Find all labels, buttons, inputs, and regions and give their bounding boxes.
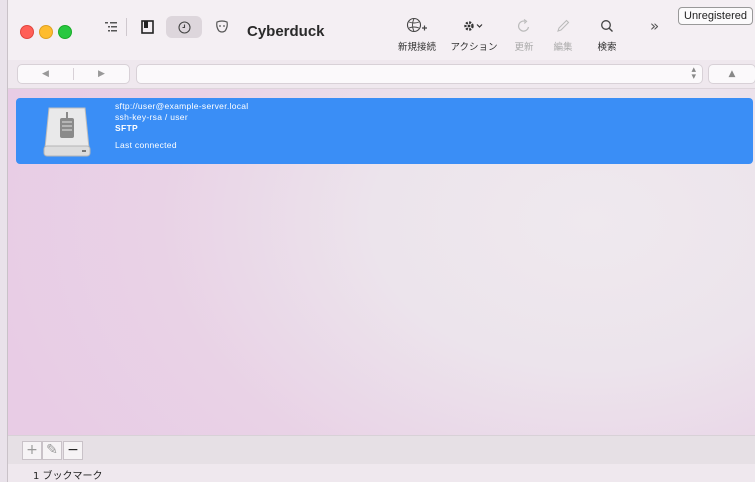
parent-directory-button[interactable]: ▲ xyxy=(708,64,755,84)
add-bookmark-button[interactable]: + xyxy=(22,441,42,460)
bookmark-list: sftp://user@example-server.local ssh-key… xyxy=(8,89,755,435)
bookmark-count: 1 ブックマーク xyxy=(33,471,103,482)
delete-bookmark-button[interactable]: − xyxy=(63,441,83,460)
toolbar-separator xyxy=(126,18,127,36)
minimize-window-button[interactable] xyxy=(39,25,53,39)
bookmark-book-icon xyxy=(140,20,154,34)
pencil-icon xyxy=(557,19,570,32)
globe-plus-icon xyxy=(406,17,427,33)
hard-disk-icon xyxy=(43,107,91,157)
main-window: Cyberduck 新規接続 アクション 更新 編集 検索 » Unregist… xyxy=(7,0,755,482)
toolbar: Cyberduck 新規接続 アクション 更新 編集 検索 » Unregist… xyxy=(8,0,755,60)
bookmark-nickname: sftp://user@example-server.local xyxy=(115,101,249,111)
bonjour-view-button[interactable] xyxy=(211,16,233,38)
bookmark-action-bar: + ✎ − xyxy=(8,435,755,464)
history-view-button[interactable] xyxy=(166,16,202,38)
bonjour-icon xyxy=(216,20,228,33)
status-bar: 1 ブックマーク xyxy=(8,464,755,482)
bookmark-details: sftp://user@example-server.local ssh-key… xyxy=(115,101,249,151)
bookmark-protocol: SFTP xyxy=(115,123,138,133)
close-window-button[interactable] xyxy=(20,25,34,39)
edit-bookmark-button[interactable]: ✎ xyxy=(42,441,62,460)
back-button[interactable]: ◀ xyxy=(18,69,73,79)
new-connection-label: 新規接続 xyxy=(397,42,436,53)
gear-chevron-icon xyxy=(464,21,483,31)
outline-view-button[interactable] xyxy=(100,16,122,38)
bookmarks-view-button[interactable] xyxy=(136,16,158,38)
window-title: Cyberduck xyxy=(247,23,325,40)
action-label: アクション xyxy=(450,42,498,53)
search-label: 検索 xyxy=(597,42,617,53)
bookmark-username: ssh-key-rsa / user xyxy=(115,112,188,122)
clock-icon xyxy=(177,20,191,34)
history-navigation: ◀ ▶ xyxy=(17,64,130,84)
refresh-icon xyxy=(517,19,530,32)
updown-chevron-icon: ▴ ▾ xyxy=(691,65,696,82)
search-button[interactable]: 検索 xyxy=(579,14,635,53)
search-icon xyxy=(601,20,613,32)
toolbar-overflow-button[interactable]: » xyxy=(650,17,659,35)
bookmark-last-connected: Last connected xyxy=(115,140,177,150)
unregistered-badge[interactable]: Unregistered xyxy=(678,7,753,25)
forward-button[interactable]: ▶ xyxy=(74,69,129,79)
action-menu-button[interactable]: アクション xyxy=(446,14,502,53)
navigation-bar: ◀ ▶ ▴ ▾ ▲ xyxy=(8,60,755,89)
bookmark-item[interactable]: sftp://user@example-server.local ssh-key… xyxy=(16,98,753,164)
outline-icon xyxy=(105,22,117,32)
zoom-window-button[interactable] xyxy=(58,25,72,39)
new-connection-button[interactable]: 新規接続 xyxy=(389,14,445,53)
path-selector[interactable]: ▴ ▾ xyxy=(136,64,703,84)
